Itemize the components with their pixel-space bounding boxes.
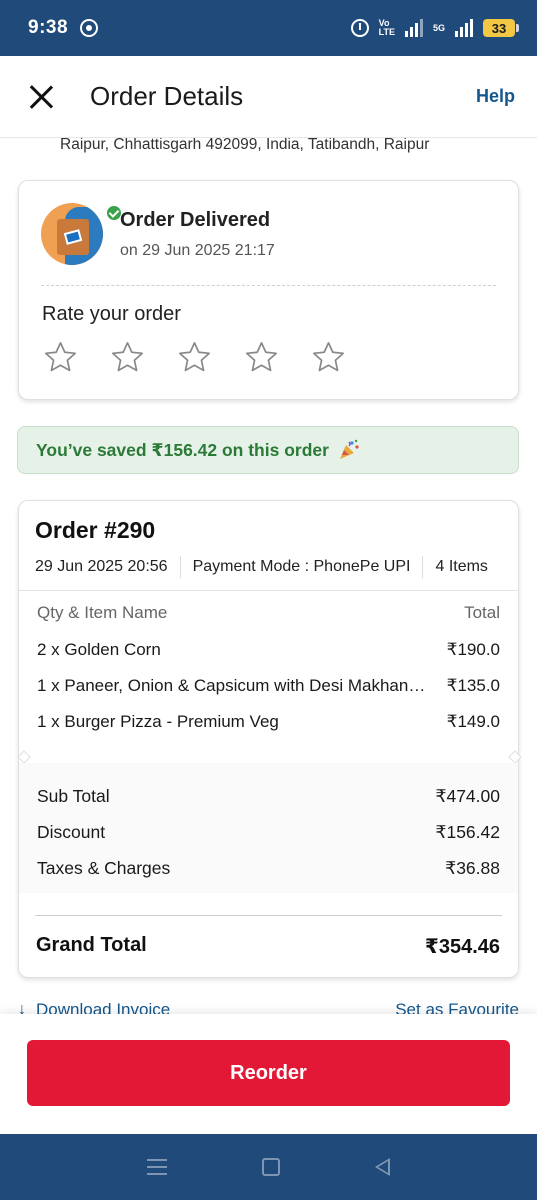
divider bbox=[41, 285, 496, 286]
recents-menu-icon[interactable] bbox=[147, 1159, 168, 1175]
download-invoice-label: Download Invoice bbox=[36, 1000, 171, 1014]
delivery-date: on 29 Jun 2025 21:17 bbox=[120, 242, 275, 259]
order-number: Order #290 bbox=[35, 517, 156, 543]
item-name: 1 x Burger Pizza - Premium Veg bbox=[37, 712, 279, 731]
col-item-header: Qty & Item Name bbox=[37, 603, 168, 622]
close-icon[interactable] bbox=[28, 84, 54, 110]
discount-value: ₹156.42 bbox=[435, 822, 500, 842]
help-link[interactable]: Help bbox=[476, 86, 515, 107]
status-icons: Vo LTE 5G 33 bbox=[350, 19, 519, 37]
network-5g-label: 5G bbox=[432, 22, 445, 33]
item-name: 1 x Paneer, Onion & Capsicum with Desi M… bbox=[37, 676, 427, 695]
savings-banner: You’ve saved ₹156.42 on this order bbox=[17, 426, 519, 474]
grand-total-value: ₹354.46 bbox=[424, 936, 500, 958]
list-item: 2 x Golden Corn ₹190.0 bbox=[37, 640, 500, 660]
alarm-icon bbox=[350, 19, 369, 37]
status-time: 9:38 bbox=[28, 17, 69, 38]
set-favourite-link[interactable]: Set as Favourite bbox=[395, 1000, 519, 1014]
download-invoice-link[interactable]: ↓ Download Invoice bbox=[18, 1000, 170, 1014]
app-header: Order Details Help bbox=[0, 56, 537, 138]
battery-icon: 33 bbox=[483, 19, 519, 37]
signal-icon bbox=[404, 19, 423, 37]
order-summary-card: Order #290 29 Jun 2025 20:56 Payment Mod… bbox=[18, 500, 521, 978]
divider bbox=[35, 915, 502, 916]
delivery-status-card: Order Delivered on 29 Jun 2025 21:17 Rat… bbox=[18, 180, 519, 400]
system-nav-bar bbox=[0, 1134, 537, 1200]
item-count: 4 Items bbox=[435, 558, 488, 575]
star-icon[interactable] bbox=[176, 339, 213, 376]
col-total-header: Total bbox=[464, 603, 500, 622]
discount-label: Discount bbox=[37, 822, 106, 842]
divider bbox=[19, 590, 518, 591]
payment-mode: Payment Mode : PhonePe UPI bbox=[192, 558, 411, 575]
delivery-address: Raipur, Chhattisgarh 492099, India, Tati… bbox=[60, 136, 430, 153]
delivery-status: Order Delivered bbox=[120, 209, 271, 231]
subtotal-value: ₹474.00 bbox=[435, 786, 500, 806]
star-rating bbox=[42, 339, 347, 376]
grand-total-label: Grand Total bbox=[36, 934, 147, 956]
taxes-label: Taxes & Charges bbox=[37, 858, 171, 878]
subtotal-row: Sub Total ₹474.00 bbox=[37, 786, 500, 807]
taxes-value: ₹36.88 bbox=[445, 858, 500, 878]
list-item: 1 x Burger Pizza - Premium Veg ₹149.0 bbox=[37, 712, 500, 732]
party-popper-icon bbox=[337, 438, 361, 462]
taxes-row: Taxes & Charges ₹36.88 bbox=[37, 858, 500, 879]
star-icon[interactable] bbox=[109, 339, 146, 376]
delivery-person-avatar bbox=[41, 203, 103, 265]
download-arrow-icon: ↓ bbox=[18, 1001, 26, 1014]
item-name: 2 x Golden Corn bbox=[37, 640, 161, 659]
back-icon[interactable] bbox=[374, 1158, 390, 1176]
subtotal-label: Sub Total bbox=[37, 786, 110, 806]
page-title: Order Details bbox=[90, 81, 244, 111]
home-icon[interactable] bbox=[261, 1158, 280, 1176]
star-icon[interactable] bbox=[243, 339, 280, 376]
meta-divider bbox=[422, 556, 424, 578]
status-bar: 9:38 Vo LTE 5G 33 bbox=[0, 0, 537, 56]
grand-total-row: Grand Total ₹354.46 bbox=[36, 934, 500, 959]
meta-divider bbox=[179, 556, 181, 578]
star-icon[interactable] bbox=[310, 339, 347, 376]
reorder-button[interactable]: Reorder bbox=[27, 1040, 510, 1106]
rate-label: Rate your order bbox=[42, 303, 181, 325]
order-datetime: 29 Jun 2025 20:56 bbox=[35, 558, 168, 575]
signal-icon-2 bbox=[455, 19, 473, 37]
item-total: ₹135.0 bbox=[446, 676, 500, 695]
item-total: ₹190.0 bbox=[446, 640, 500, 659]
items-header: Qty & Item Name Total bbox=[37, 603, 500, 623]
order-meta: 29 Jun 2025 20:56 Payment Mode : PhonePe… bbox=[35, 556, 500, 578]
star-icon[interactable] bbox=[42, 339, 79, 376]
bottom-action-bar: Reorder bbox=[0, 1014, 537, 1134]
discount-row: Discount ₹156.42 bbox=[37, 822, 500, 843]
lte-label: LTE bbox=[378, 27, 395, 37]
order-actions: ↓ Download Invoice Set as Favourite bbox=[18, 1000, 519, 1014]
whatsapp-icon bbox=[80, 19, 99, 37]
savings-text: You’ve saved ₹156.42 on this order bbox=[36, 439, 329, 460]
item-total: ₹149.0 bbox=[446, 712, 500, 731]
volte-indicator: Vo LTE bbox=[379, 19, 395, 37]
list-item: 1 x Paneer, Onion & Capsicum with Desi M… bbox=[37, 676, 500, 696]
